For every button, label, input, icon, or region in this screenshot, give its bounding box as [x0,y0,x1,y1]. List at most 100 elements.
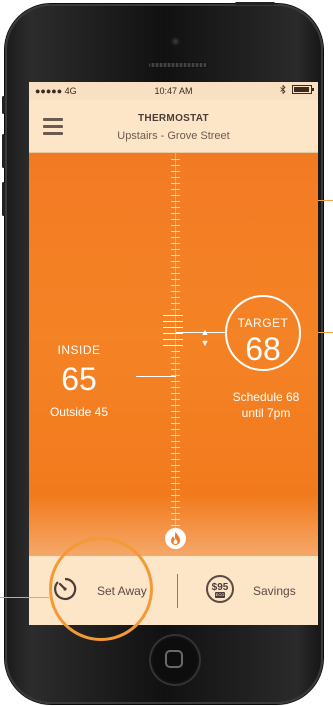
ruler-tick [171,243,180,244]
ruler-tick [171,183,180,184]
ruler-tick [163,327,183,328]
ruler-tick [171,291,180,292]
app-header: THERMOSTAT Upstairs - Grove Street [29,100,318,153]
power-button [235,2,275,5]
ruler-tick [163,321,183,322]
status-bar: ●●●●● 4G 10:47 AM [29,82,318,100]
ruler-tick [171,369,180,370]
ruler-tick [171,267,180,268]
ruler-tick [163,345,183,346]
ruler-tick [171,405,180,406]
ruler-tick [163,339,183,340]
ruler-tick [171,453,180,454]
ruler-tick [171,357,180,358]
ruler-tick [171,195,180,196]
ruler-tick [171,201,180,202]
mute-switch [2,96,5,114]
ruler-tick [171,399,180,400]
front-camera [171,37,180,46]
ruler-tick [171,465,180,466]
ruler-tick [171,459,180,460]
location-subtitle[interactable]: Upstairs - Grove Street [29,130,318,142]
ruler-tick [171,171,180,172]
ruler-tick [171,393,180,394]
annotation-line-left [0,597,49,598]
clock: 10:47 AM [154,86,193,96]
status-icons [280,85,314,94]
ruler-tick [171,435,180,436]
ruler-tick [171,285,180,286]
ruler-tick [171,411,180,412]
ruler-tick [171,513,180,514]
schedule-line-2: until 7pm [241,406,291,420]
ruler-tick [171,231,180,232]
ruler-tick [171,423,180,424]
schedule-line-1: Schedule 68 [232,390,300,404]
ruler-tick [171,309,180,310]
ruler-tick [171,519,180,520]
ruler-tick [171,429,180,430]
home-square-icon [165,650,183,668]
ruler-tick [171,165,180,166]
app-screen: ●●●●● 4G 10:47 AM THERMOSTAT Upstairs - … [29,82,318,625]
ruler-tick [171,387,180,388]
ruler-tick [171,261,180,262]
heating-flame-icon [165,528,186,549]
current-temp-marker [136,376,176,377]
ruler-tick [171,213,180,214]
ruler-tick [171,249,180,250]
annotation-line-right-mid [318,332,333,333]
annotation-line-right-top [318,200,333,201]
volume-down-button [2,182,5,216]
ruler-tick [171,279,180,280]
ruler-tick [163,333,183,334]
ruler-tick [171,297,180,298]
ruler-tick [171,255,180,256]
ruler-tick [171,363,180,364]
ruler-tick [171,237,180,238]
earpiece-speaker [148,62,208,68]
inside-label: INSIDE [57,343,101,357]
decrease-arrow-icon[interactable]: ▼ [199,338,211,349]
eco-tag: ECO [215,592,225,598]
ruler-tick [171,207,180,208]
home-button[interactable] [149,634,201,686]
battery-icon [292,85,314,94]
increase-arrow-icon[interactable]: ▲ [199,327,211,338]
thermostat-dial-area[interactable]: INSIDE 65 Outside 45 ▲ ▼ TARGET 68 Sched… [29,153,318,556]
ruler-tick [171,477,180,478]
bluetooth-icon [280,85,286,94]
eco-savings-icon[interactable]: $95 ECO [206,575,234,603]
ruler-tick [171,507,180,508]
ruler-tick [171,471,180,472]
inside-temperature: 65 [61,361,97,397]
target-adjust-arrows[interactable]: ▲ ▼ [199,327,211,349]
ruler-tick [171,381,180,382]
ruler-tick [171,219,180,220]
ruler-tick [171,225,180,226]
savings-button[interactable]: Savings [253,584,296,598]
annotation-highlight-circle [49,537,153,641]
ruler-tick [171,495,180,496]
volume-up-button [2,134,5,168]
ruler-tick [171,489,180,490]
ruler-tick [171,501,180,502]
ruler-tick [171,303,180,304]
ruler-tick [171,447,180,448]
outside-temperature: Outside 45 [49,405,109,419]
page-title: THERMOSTAT [138,113,209,124]
target-label: TARGET [237,316,289,330]
ruler-tick [171,159,180,160]
ruler-tick [171,273,180,274]
ruler-tick [171,177,180,178]
ruler-tick [171,441,180,442]
target-temperature: 68 [245,331,281,367]
temperature-ruler[interactable] [163,153,183,543]
ruler-tick [163,315,183,316]
ruler-tick [171,189,180,190]
ruler-tick [171,351,180,352]
ruler-tick [171,417,180,418]
footer-divider [177,574,178,608]
ruler-tick [171,525,180,526]
ruler-tick [171,483,180,484]
